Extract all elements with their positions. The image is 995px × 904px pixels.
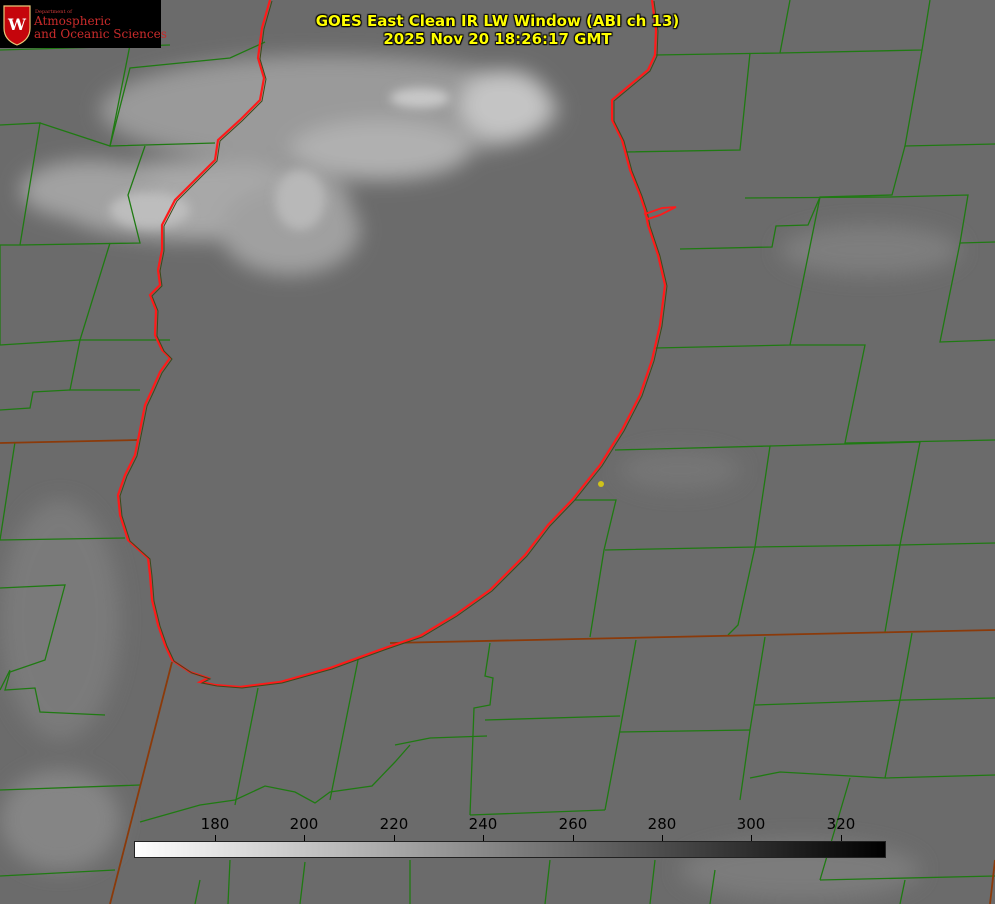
colorbar-tick-label: 180 <box>200 815 230 833</box>
colorbar-tick-label: 200 <box>289 815 319 833</box>
colorbar-tick-mark <box>394 835 395 841</box>
colorbar-tick-mark <box>662 835 663 841</box>
colorbar-tick-mark <box>751 835 752 841</box>
colorbar-tick-mark <box>573 835 574 841</box>
satellite-map <box>0 0 995 904</box>
temperature-colorbar <box>134 841 886 858</box>
colorbar-tick-mark <box>304 835 305 841</box>
station-marker <box>598 481 604 487</box>
colorbar-tick-label: 280 <box>647 815 677 833</box>
timestamp: 2025 Nov 20 18:26:17 GMT <box>383 30 612 48</box>
colorbar-tick-label: 260 <box>558 815 588 833</box>
colorbar-tick-label: 240 <box>468 815 498 833</box>
colorbar-tick-mark <box>841 835 842 841</box>
colorbar-tick-mark <box>215 835 216 841</box>
colorbar-tick-mark <box>483 835 484 841</box>
colorbar-tick-label: 220 <box>379 815 409 833</box>
image-title: GOES East Clean IR LW Window (ABI ch 13)… <box>0 12 995 48</box>
product-title: GOES East Clean IR LW Window (ABI ch 13) <box>315 12 680 30</box>
colorbar-tick-label: 300 <box>736 815 766 833</box>
colorbar-tick-label: 320 <box>826 815 856 833</box>
satellite-viewer: W Department of Atmospheric and Oceanic … <box>0 0 995 904</box>
